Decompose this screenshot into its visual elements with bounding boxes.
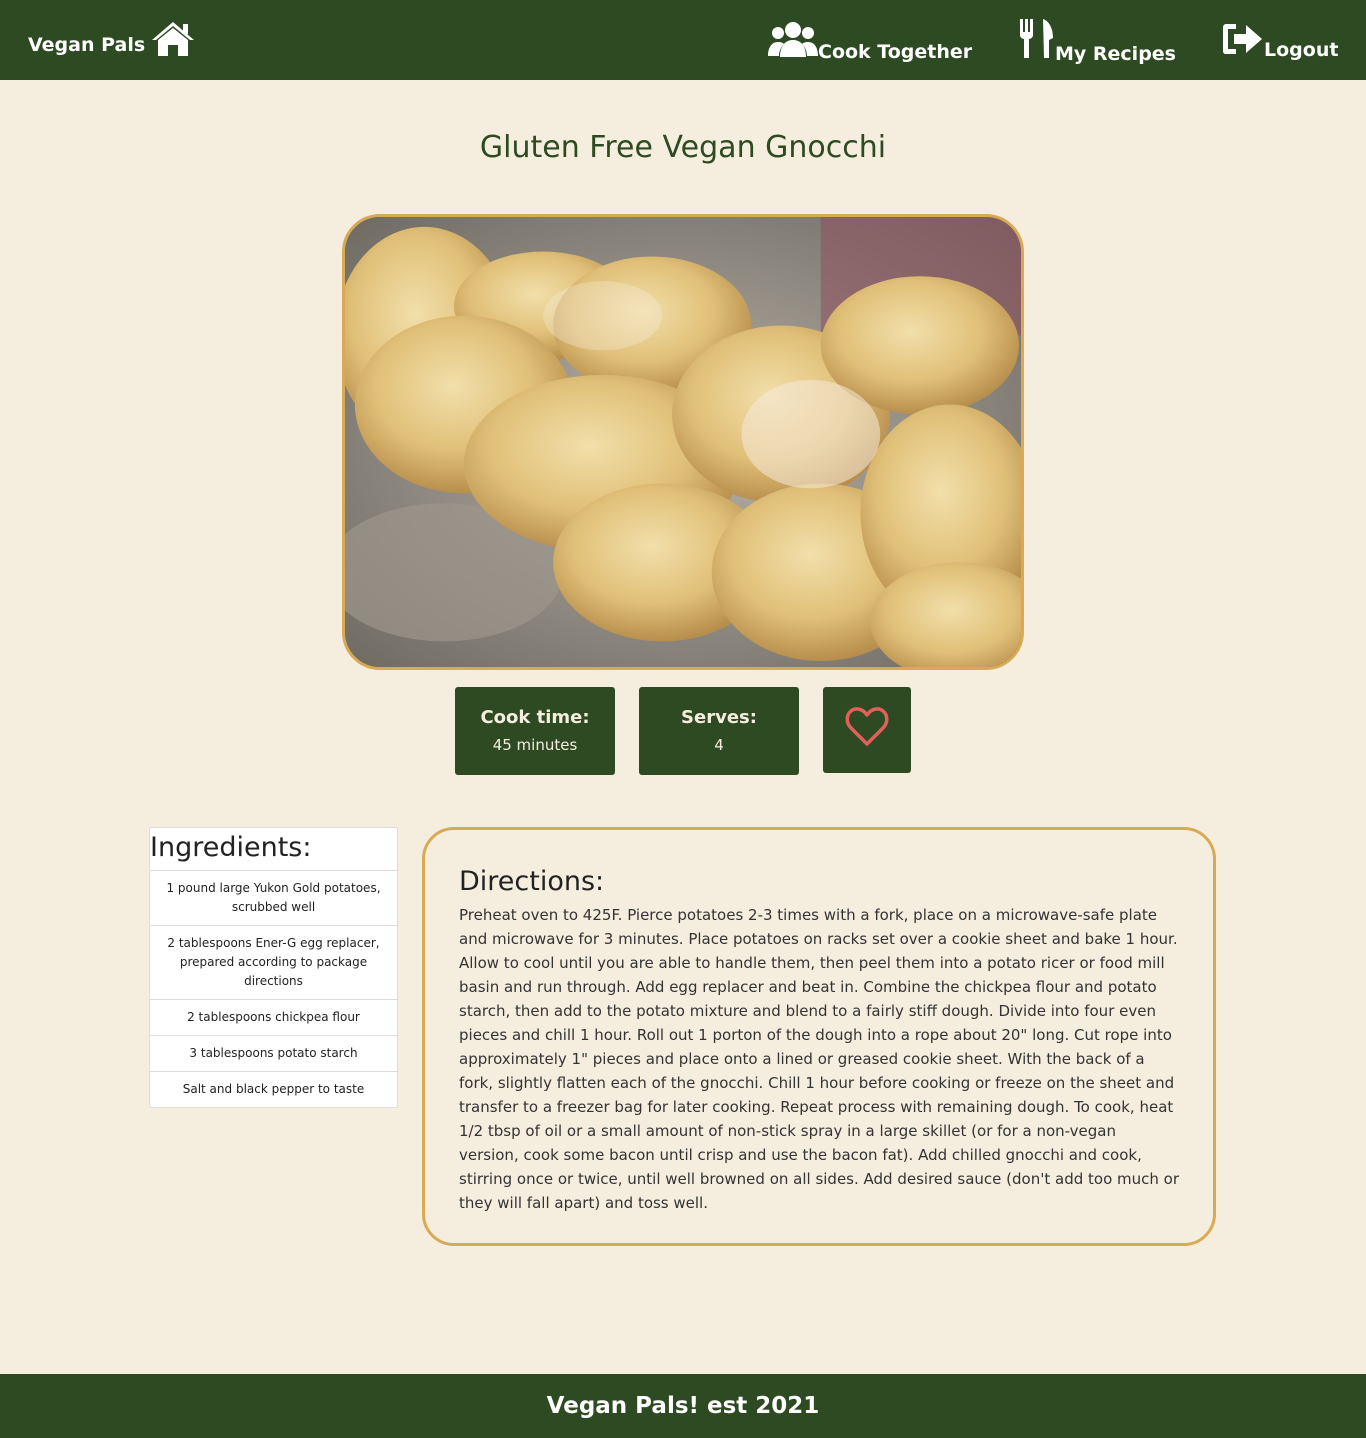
directions-panel: Directions: Preheat oven to 425F. Pierce…	[422, 827, 1216, 1246]
footer: Vegan Pals! est 2021	[0, 1374, 1366, 1438]
ingredients-list: Ingredients: 1 pound large Yukon Gold po…	[149, 827, 398, 1108]
nav-cook-together-label: Cook Together	[818, 41, 973, 63]
nav-logout-label: Logout	[1264, 39, 1339, 61]
recipe-title: Gluten Free Vegan Gnocchi	[479, 130, 887, 165]
brand-link[interactable]: Vegan Pals	[28, 34, 145, 56]
cook-time-label: Cook time:	[480, 707, 590, 728]
serves-value: 4	[714, 736, 724, 754]
favorite-button[interactable]	[823, 687, 911, 773]
nav-my-recipes[interactable]: My Recipes	[1019, 18, 1176, 65]
footer-text: Vegan Pals! est 2021	[546, 1393, 820, 1419]
cook-time-value: 45 minutes	[492, 736, 578, 754]
serves-card: Serves: 4	[639, 687, 799, 775]
ingredient-item: Salt and black pepper to taste	[182, 1082, 365, 1096]
nav-my-recipes-label: My Recipes	[1055, 43, 1176, 65]
home-icon[interactable]	[150, 20, 196, 58]
ingredient-item: 2 tablespoons Ener-G egg replacer, prepa…	[150, 926, 397, 1000]
sign-out-icon	[1222, 22, 1264, 61]
utensils-icon	[1019, 18, 1055, 65]
ingredient-item: 3 tablespoons potato starch	[150, 1036, 397, 1072]
directions-text: Preheat oven to 425F. Pierce potatoes 2-…	[459, 906, 1179, 1212]
nav-cook-together[interactable]: Cook Together	[768, 20, 972, 63]
recipe-photo	[342, 214, 1024, 670]
nav-logout[interactable]: Logout	[1222, 22, 1338, 61]
cook-time-card: Cook time: 45 minutes	[455, 687, 615, 775]
directions-heading: Directions:	[459, 866, 605, 897]
users-icon	[768, 20, 818, 63]
ingredients-heading: Ingredients:	[150, 828, 397, 871]
ingredient-item: 1 pound large Yukon Gold potatoes, scrub…	[150, 871, 397, 926]
navbar: Vegan Pals Cook Together My Recipes Logo…	[0, 0, 1366, 80]
ingredient-item: 2 tablespoons chickpea flour	[150, 1000, 397, 1036]
serves-label: Serves:	[681, 707, 757, 728]
heart-outline-icon	[845, 707, 889, 746]
